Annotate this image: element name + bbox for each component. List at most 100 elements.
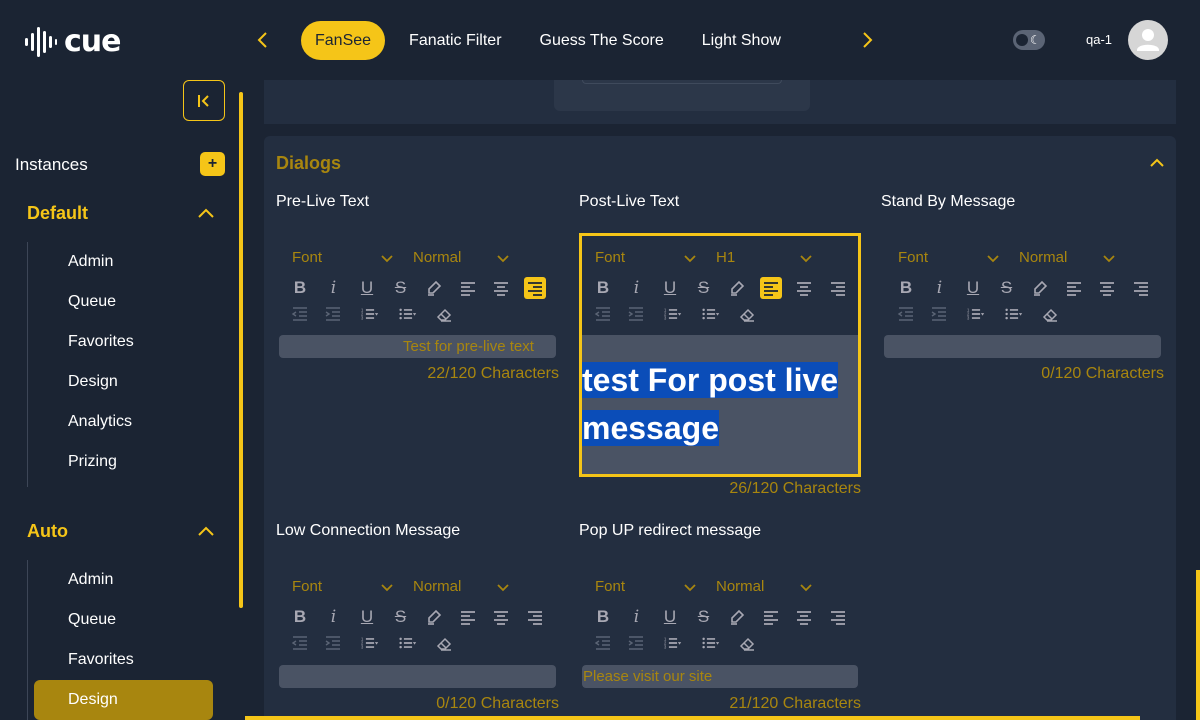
bold-icon[interactable]: B [895,277,917,299]
strike-icon[interactable]: S [996,277,1018,299]
bullet-list-icon[interactable] [696,303,726,325]
tabs-prev-button[interactable] [253,28,273,52]
bullet-list-icon[interactable] [393,632,423,654]
group-title-auto[interactable]: Auto [27,521,68,542]
chevron-down-icon[interactable] [1102,254,1116,264]
indent-icon[interactable] [625,303,647,325]
highlight-icon[interactable] [726,606,748,628]
align-center-icon[interactable] [490,277,512,299]
indent-icon[interactable] [322,632,344,654]
underline-icon[interactable]: U [659,606,681,628]
align-right-icon[interactable] [524,606,546,628]
eraser-icon[interactable] [736,303,758,325]
align-left-icon[interactable] [457,277,479,299]
italic-icon[interactable]: i [626,606,648,628]
ordered-list-icon[interactable]: 123 [355,632,385,654]
chevron-down-icon[interactable] [683,583,697,593]
underline-icon[interactable]: U [962,277,984,299]
ordered-list-icon[interactable]: 123 [658,632,688,654]
sidebar-item-queue[interactable]: Queue [68,611,116,629]
underline-icon[interactable]: U [659,277,681,299]
ordered-list-icon[interactable]: 123 [658,303,688,325]
sidebar-item-design[interactable]: Design [68,373,118,391]
sidebar-item-analytics[interactable]: Analytics [68,413,132,431]
collapse-sidebar-button[interactable] [183,80,225,121]
align-right-icon[interactable] [827,277,849,299]
avatar[interactable] [1128,20,1168,60]
underline-icon[interactable]: U [356,606,378,628]
size-select[interactable]: Normal [413,249,461,266]
chevron-down-icon[interactable] [799,254,813,264]
sidebar-item-queue[interactable]: Queue [68,293,116,311]
italic-icon[interactable]: i [323,277,345,299]
sidebar-item-prizing[interactable]: Prizing [68,453,117,471]
outdent-icon[interactable] [592,632,614,654]
low-connection-editor[interactable] [279,665,556,688]
chevron-down-icon[interactable] [986,254,1000,264]
font-select[interactable]: Font [898,249,928,266]
eraser-icon[interactable] [433,632,455,654]
strike-icon[interactable]: S [693,606,715,628]
tab-fansee[interactable]: FanSee [301,21,386,60]
italic-icon[interactable]: i [929,277,951,299]
size-select[interactable]: Normal [716,578,764,595]
bullet-list-icon[interactable] [999,303,1029,325]
align-center-icon[interactable] [490,606,512,628]
bullet-list-icon[interactable] [393,303,423,325]
sidebar-item-admin[interactable]: Admin [68,571,113,589]
size-select[interactable]: H1 [716,249,735,266]
align-right-icon[interactable] [827,606,849,628]
chevron-down-icon[interactable] [496,254,510,264]
strike-icon[interactable]: S [693,277,715,299]
bold-icon[interactable]: B [592,277,614,299]
highlight-icon[interactable] [423,606,445,628]
align-right-icon[interactable] [523,277,546,299]
outdent-icon[interactable] [289,632,311,654]
chevron-up-icon[interactable] [1148,155,1166,169]
sidebar-item-design-active[interactable]: Design [68,691,118,709]
chevron-down-icon[interactable] [496,583,510,593]
eraser-icon[interactable] [736,632,758,654]
size-select[interactable]: Normal [1019,249,1067,266]
bullet-list-icon[interactable] [696,632,726,654]
font-select[interactable]: Font [595,249,625,266]
sidebar-item-favorites[interactable]: Favorites [68,333,134,351]
chevron-up-icon[interactable] [196,524,216,538]
bold-icon[interactable]: B [289,277,311,299]
align-left-icon[interactable] [759,277,782,299]
group-title-default[interactable]: Default [27,203,88,224]
align-center-icon[interactable] [793,277,815,299]
chevron-down-icon[interactable] [380,254,394,264]
tab-fanatic-filter[interactable]: Fanatic Filter [395,21,515,60]
indent-icon[interactable] [322,303,344,325]
align-right-icon[interactable] [1130,277,1152,299]
align-left-icon[interactable] [457,606,479,628]
outdent-icon[interactable] [289,303,311,325]
eraser-icon[interactable] [433,303,455,325]
bold-icon[interactable]: B [289,606,311,628]
size-select[interactable]: Normal [413,578,461,595]
highlight-icon[interactable] [726,277,748,299]
font-select[interactable]: Font [595,578,625,595]
align-left-icon[interactable] [760,606,782,628]
main-scrollbar[interactable] [1196,570,1200,720]
sidebar-scrollbar[interactable] [239,92,243,608]
chevron-down-icon[interactable] [380,583,394,593]
horizontal-scrollbar[interactable] [245,716,1140,720]
underline-icon[interactable]: U [356,277,378,299]
align-left-icon[interactable] [1063,277,1085,299]
sidebar-item-admin[interactable]: Admin [68,253,113,271]
font-select[interactable]: Font [292,578,322,595]
ordered-list-icon[interactable]: 123 [961,303,991,325]
sidebar-item-favorites[interactable]: Favorites [68,651,134,669]
chevron-up-icon[interactable] [196,206,216,220]
strike-icon[interactable]: S [390,277,412,299]
indent-icon[interactable] [928,303,950,325]
italic-icon[interactable]: i [323,606,345,628]
highlight-icon[interactable] [423,277,445,299]
stand-by-editor[interactable] [884,335,1161,358]
outdent-icon[interactable] [895,303,917,325]
tabs-next-button[interactable] [857,28,877,52]
chevron-down-icon[interactable] [683,254,697,264]
logo[interactable]: cue [24,24,121,59]
